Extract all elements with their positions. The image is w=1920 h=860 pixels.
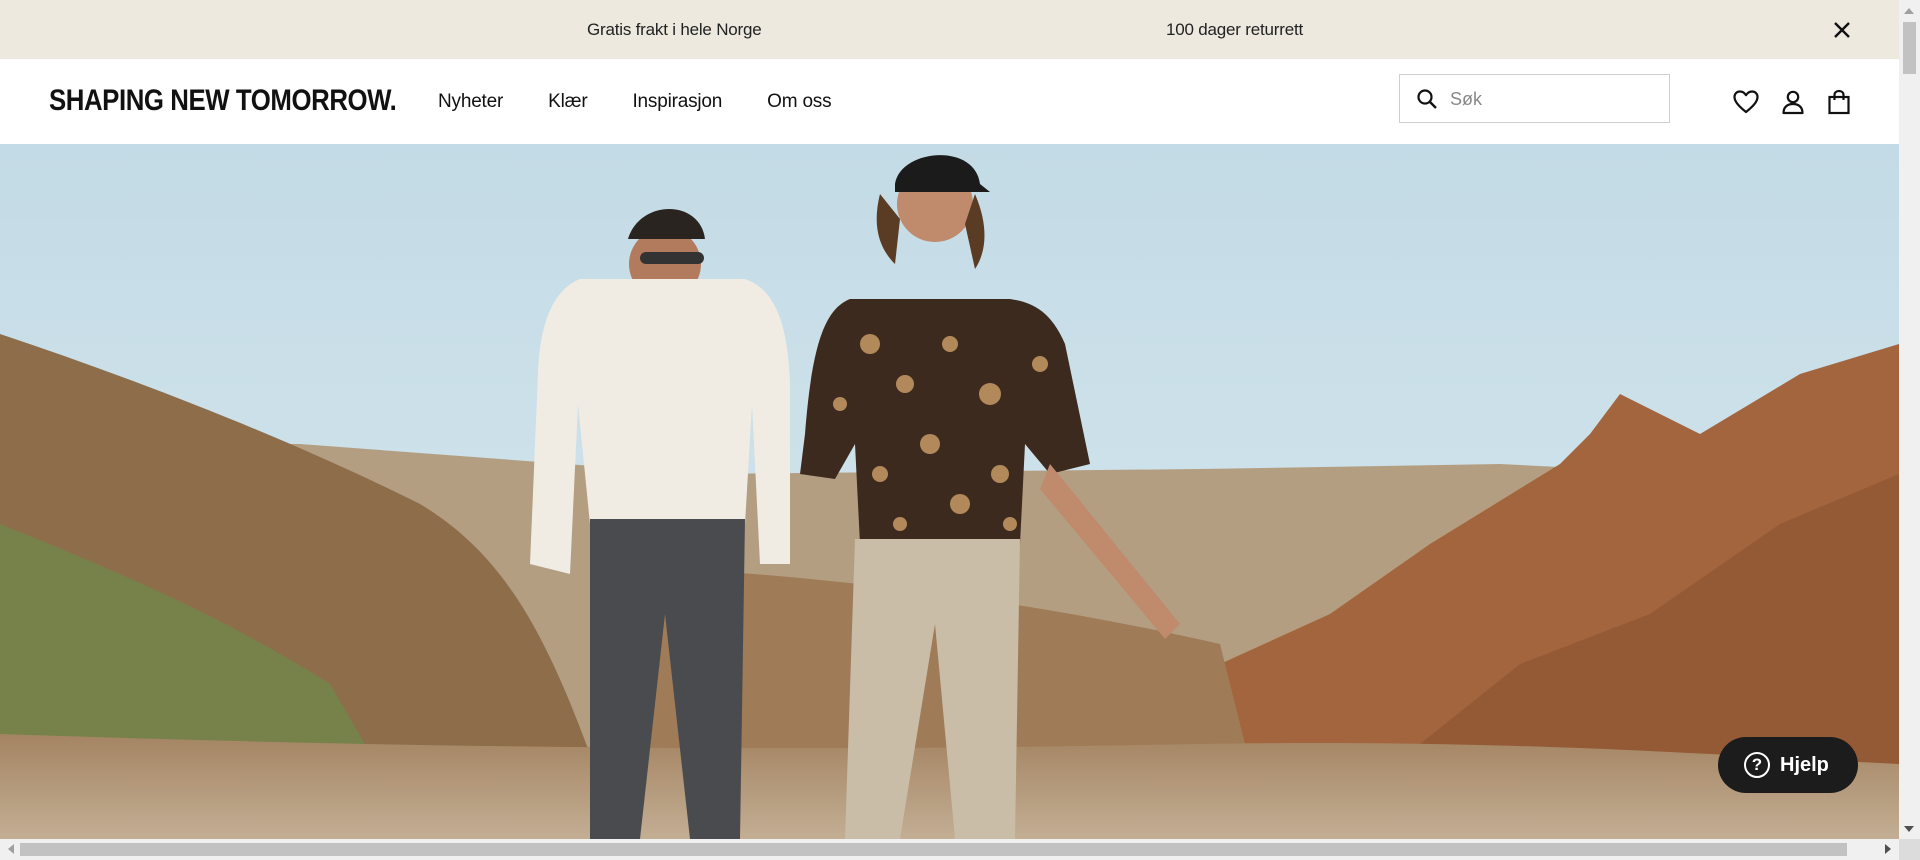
site-header: SHAPING NEW TOMORROW. Nyheter Klær Inspi…	[0, 59, 1899, 145]
vertical-scrollbar[interactable]	[1899, 0, 1920, 839]
nav-item-om-oss[interactable]: Om oss	[767, 91, 831, 113]
scrollbar-corner	[1899, 839, 1920, 860]
scroll-left-arrow-icon[interactable]	[8, 844, 14, 854]
nav-item-klaer[interactable]: Klær	[548, 91, 588, 113]
horizontal-scroll-thumb[interactable]	[20, 843, 1847, 856]
vertical-scroll-thumb[interactable]	[1903, 22, 1916, 74]
hero-illustration	[0, 144, 1899, 839]
announcement-bar: Gratis frakt i hele Norge 100 dager retu…	[0, 0, 1899, 59]
hero-image[interactable]	[0, 144, 1899, 839]
scroll-up-arrow-icon[interactable]	[1904, 8, 1914, 14]
bag-icon[interactable]	[1825, 88, 1853, 116]
brand-logo[interactable]: SHAPING NEW TOMORROW.	[49, 81, 397, 121]
horizontal-scrollbar[interactable]	[0, 839, 1899, 860]
nav-item-nyheter[interactable]: Nyheter	[438, 91, 503, 113]
search-input[interactable]	[1448, 83, 1652, 115]
nav-item-inspirasjon[interactable]: Inspirasjon	[632, 91, 722, 113]
main-nav: Nyheter Klær Inspirasjon Om oss	[438, 59, 876, 144]
user-icon[interactable]	[1779, 88, 1807, 116]
heart-icon[interactable]	[1732, 88, 1760, 116]
announcement-free-shipping: Gratis frakt i hele Norge	[587, 20, 762, 39]
scroll-right-arrow-icon[interactable]	[1885, 844, 1891, 854]
search-box[interactable]	[1399, 74, 1670, 123]
question-circle-icon: ?	[1744, 752, 1770, 778]
search-icon	[1417, 89, 1437, 109]
close-icon[interactable]	[1829, 17, 1855, 43]
help-button[interactable]: ? Hjelp	[1718, 737, 1858, 793]
help-label: Hjelp	[1780, 753, 1829, 776]
announcement-returns: 100 dager returrett	[1166, 20, 1304, 39]
scroll-down-arrow-icon[interactable]	[1904, 826, 1914, 832]
